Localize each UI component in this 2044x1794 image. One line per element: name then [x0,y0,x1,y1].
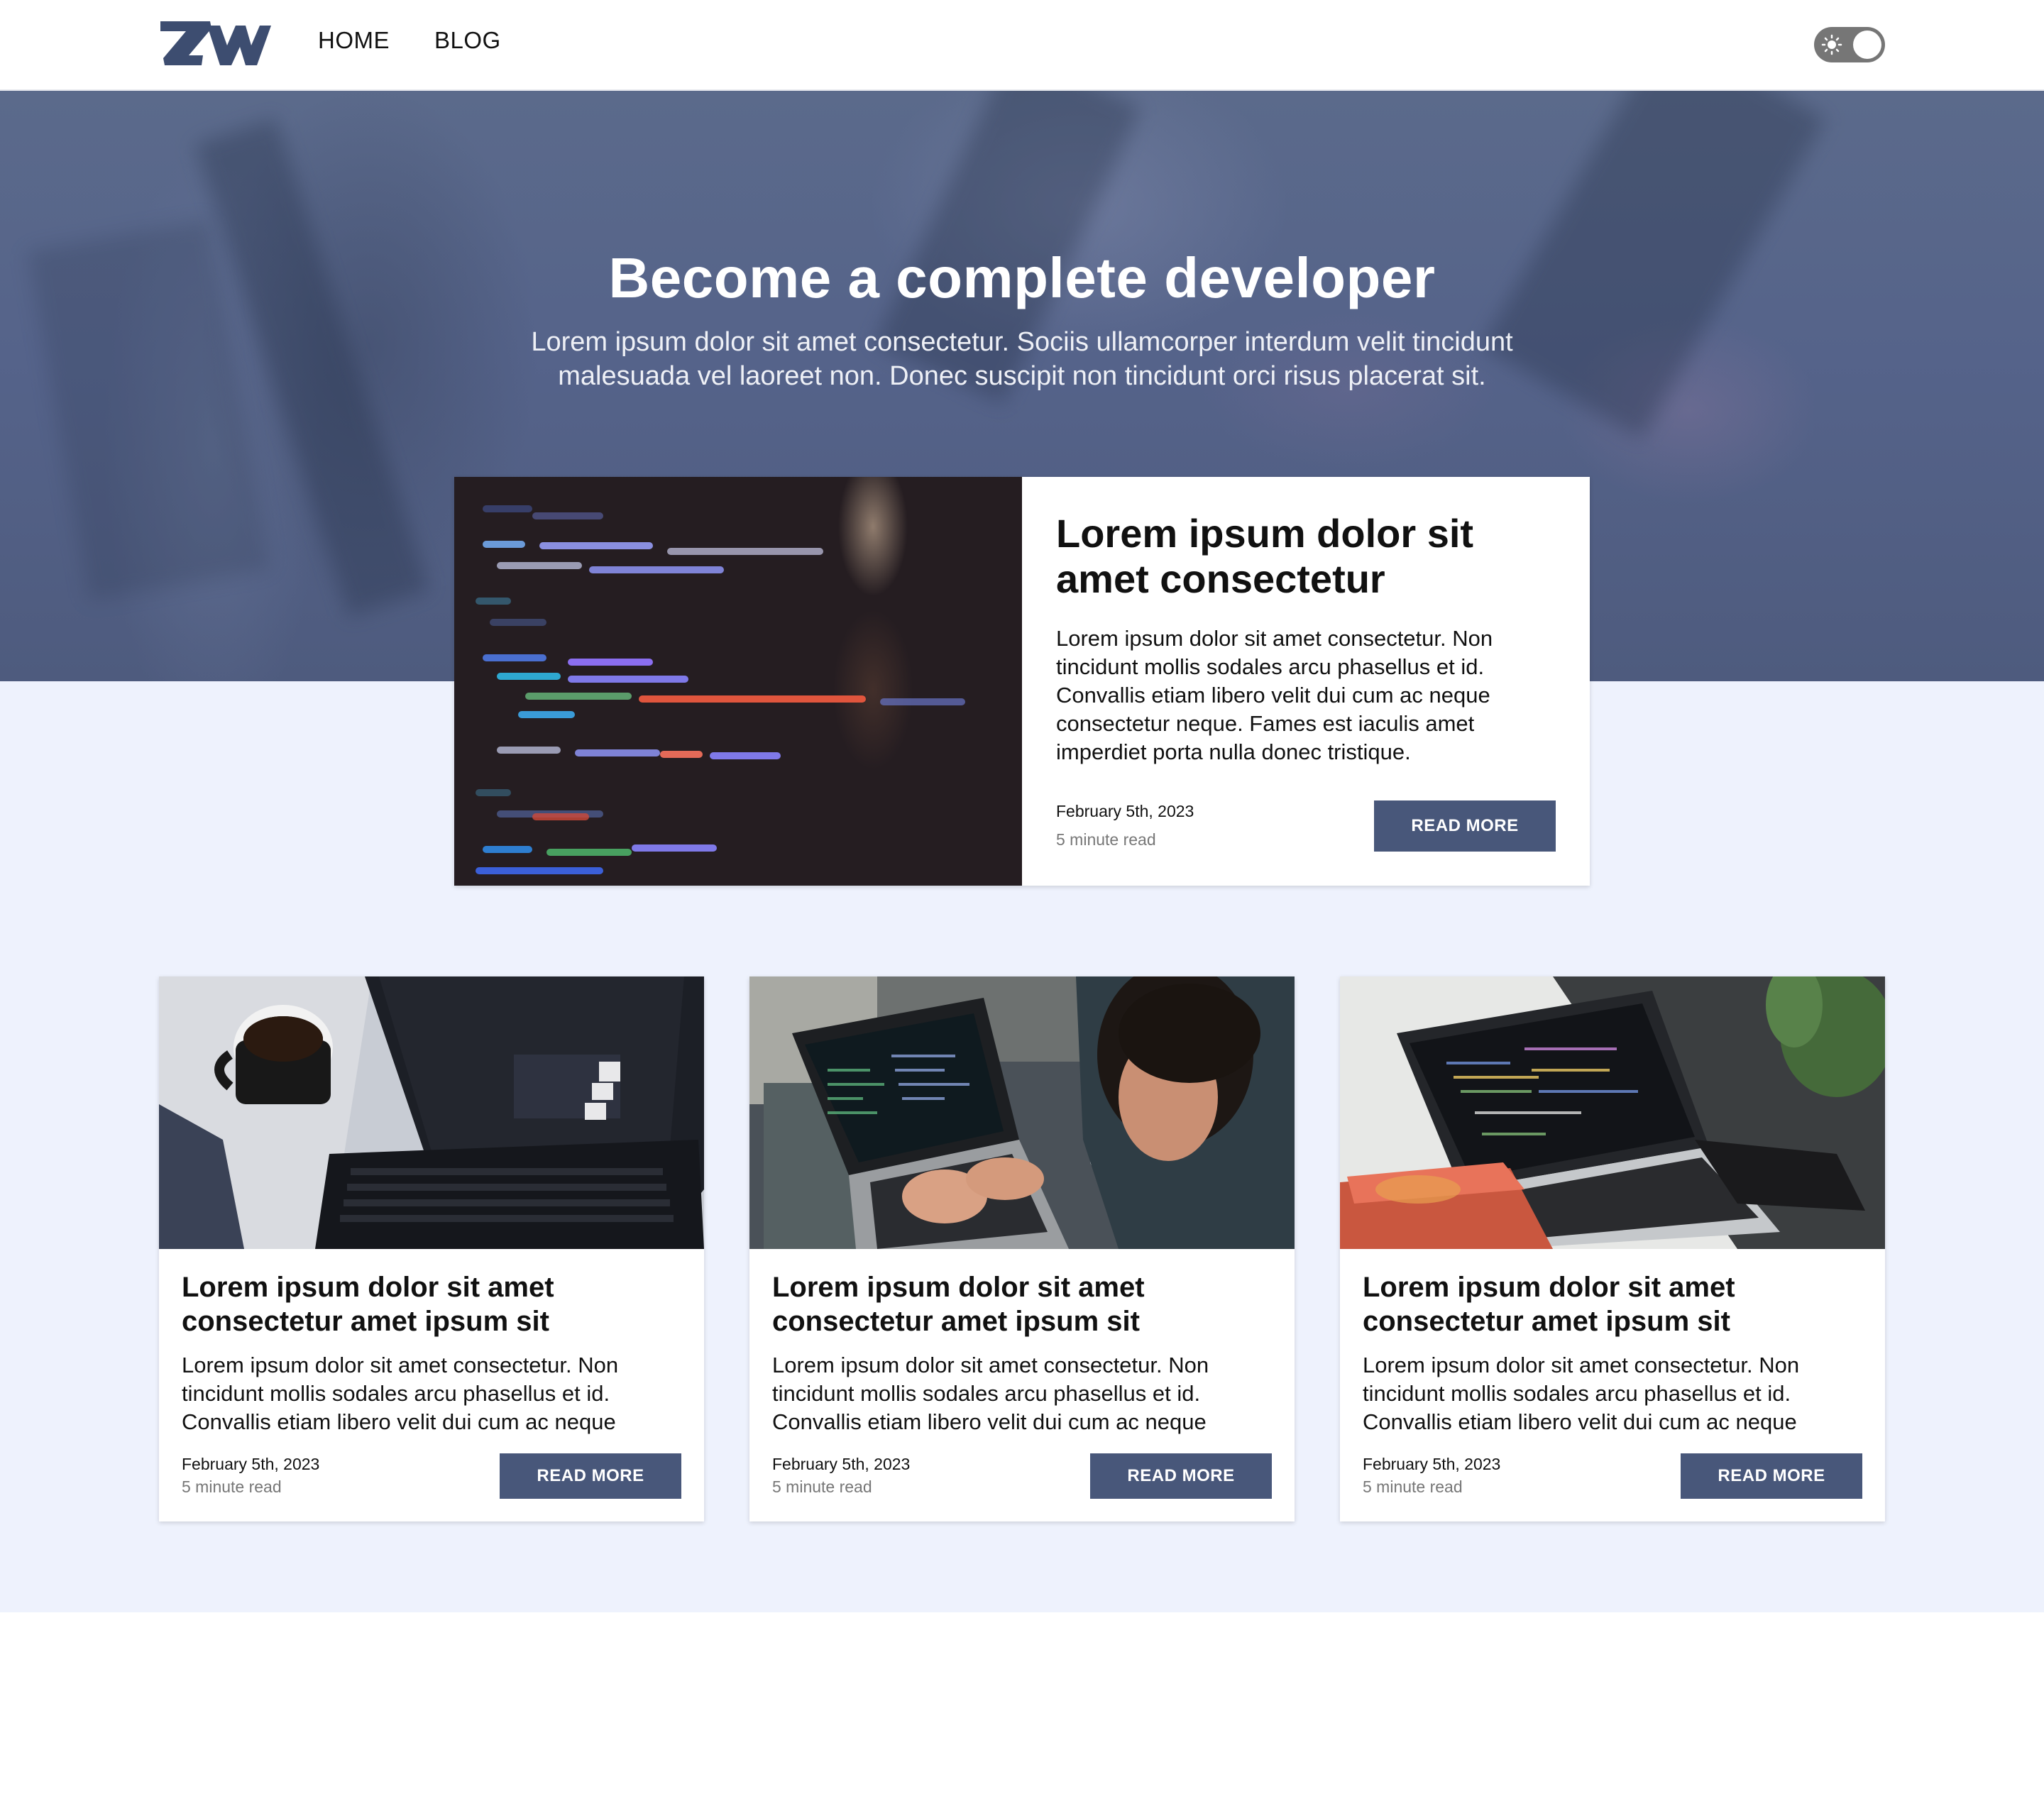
sun-icon [1821,34,1842,55]
post-card-excerpt: Lorem ipsum dolor sit amet consectetur. … [182,1353,619,1434]
featured-post-excerpt: Lorem ipsum dolor sit amet consectetur. … [1056,626,1493,764]
nav-blog-link[interactable]: BLOG [434,27,501,54]
nav-home-link[interactable]: HOME [318,27,390,54]
zw-logo-icon[interactable] [160,21,271,68]
post-card-date: February 5th, 2023 [182,1455,320,1473]
post-card: Lorem ipsum dolor sit amet consectetur a… [159,976,704,1521]
theme-toggle[interactable] [1814,27,1885,62]
featured-post-card: Lorem ipsum dolor sit amet consectetur L… [454,477,1590,886]
post-card-image [749,976,1295,1249]
featured-post-image [454,477,1022,886]
hero-title: Become a complete developer [608,246,1436,309]
post-card-image [159,976,704,1249]
post-card-image [1340,976,1885,1249]
featured-post-date: February 5th, 2023 [1056,802,1194,820]
post-card-excerpt: Lorem ipsum dolor sit amet consectetur. … [772,1353,1209,1434]
post-card-title[interactable]: Lorem ipsum dolor sit amet consectetur a… [182,1270,686,1338]
post-card-read-time: 5 minute read [772,1477,872,1496]
post-card: Lorem ipsum dolor sit amet consectetur a… [1340,976,1885,1521]
post-card-title[interactable]: Lorem ipsum dolor sit amet consectetur a… [1363,1270,1867,1338]
post-card-date: February 5th, 2023 [772,1455,911,1473]
post-card-date: February 5th, 2023 [1363,1455,1501,1473]
toggle-knob [1853,31,1881,59]
post-card-title[interactable]: Lorem ipsum dolor sit amet consectetur a… [772,1270,1276,1338]
site-header: HOME BLOG [0,0,2044,91]
read-more-button[interactable]: READ MORE [1090,1453,1272,1499]
post-card-read-time: 5 minute read [1363,1477,1463,1496]
post-card-read-time: 5 minute read [182,1477,282,1496]
post-card: Lorem ipsum dolor sit amet consectetur a… [749,976,1295,1521]
post-card-excerpt: Lorem ipsum dolor sit amet consectetur. … [1363,1353,1800,1434]
hero-subtitle: Lorem ipsum dolor sit amet consectetur. … [531,327,1513,391]
read-more-button[interactable]: READ MORE [1681,1453,1862,1499]
featured-post-read-time: 5 minute read [1056,830,1156,849]
featured-read-more-button[interactable]: READ MORE [1374,800,1556,852]
featured-post-title[interactable]: Lorem ipsum dolor sit amet consectetur [1056,511,1567,602]
read-more-button[interactable]: READ MORE [500,1453,681,1499]
